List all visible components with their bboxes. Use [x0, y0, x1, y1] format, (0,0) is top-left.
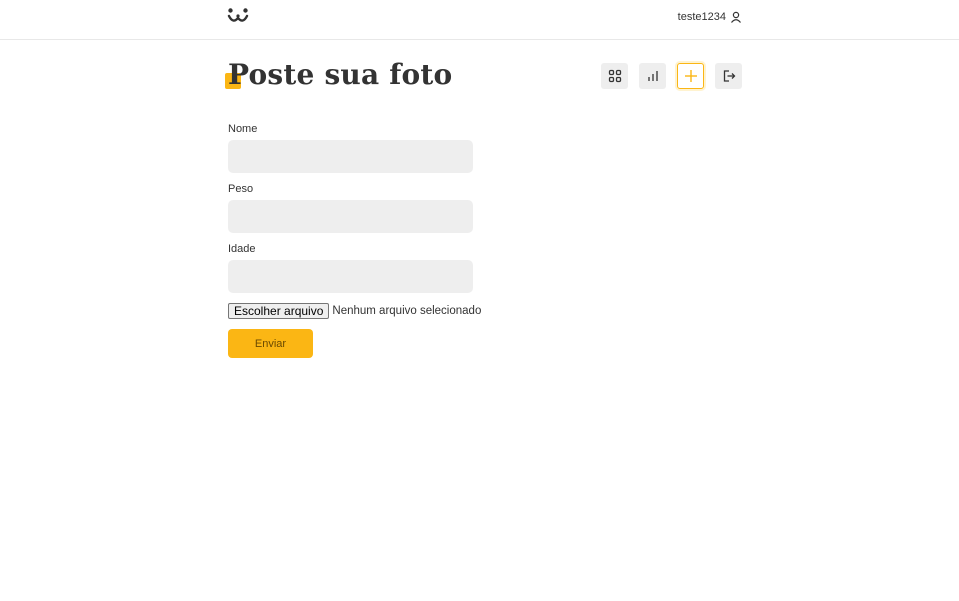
logout-icon — [723, 70, 735, 82]
choose-file-button[interactable]: Escolher arquivo — [228, 303, 330, 319]
weight-field-label: Peso — [228, 183, 254, 195]
file-upload-row: Escolher arquivo Nenhum arquivo selecion… — [228, 303, 481, 319]
top-header: teste1234 — [0, 0, 959, 40]
name-field-label: Nome — [228, 123, 258, 135]
page-title-wrap: Poste sua foto — [225, 57, 453, 93]
nav-post-photo-button[interactable] — [677, 63, 704, 89]
page-title: Poste sua foto — [228, 58, 453, 91]
submit-button[interactable]: Enviar — [228, 329, 313, 358]
nav-stats-button[interactable] — [639, 63, 666, 89]
nav-logout-button[interactable] — [715, 63, 742, 89]
age-field[interactable] — [228, 260, 473, 293]
bar-chart-icon — [647, 71, 658, 81]
post-photo-form: Nome Peso Idade Escolher arquivo Nenhum … — [228, 123, 481, 358]
name-field[interactable] — [228, 140, 473, 173]
account-nav — [601, 63, 742, 89]
user-account-link[interactable]: teste1234 — [678, 10, 742, 24]
nav-feed-button[interactable] — [601, 63, 628, 89]
grid-icon — [608, 69, 621, 83]
age-field-label: Idade — [228, 243, 256, 255]
weight-field[interactable] — [228, 200, 473, 233]
file-status-text: Nenhum arquivo selecionado — [332, 305, 482, 317]
dog-face-logo-icon[interactable] — [227, 7, 249, 25]
user-icon — [731, 11, 741, 23]
plus-icon — [684, 70, 697, 82]
username-label: teste1234 — [677, 11, 726, 23]
